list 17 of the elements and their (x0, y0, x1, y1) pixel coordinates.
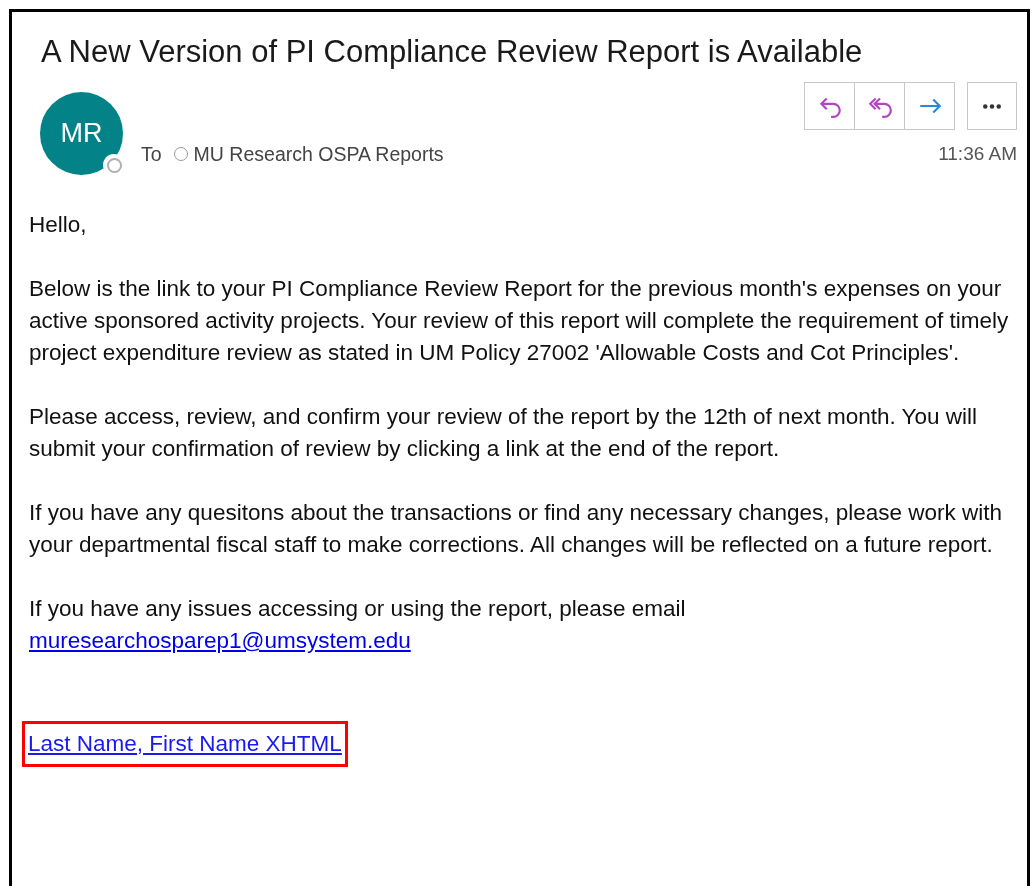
received-time: 11:36 AM (938, 142, 1017, 166)
email-link[interactable]: muresearchosparep1@umsystem.edu (29, 628, 411, 653)
more-button[interactable] (967, 82, 1017, 130)
avatar: MR (40, 92, 123, 175)
paragraph: If you have any quesitons about the transactions or find any necessary changes, please work with your departmental fiscal staff to make corrections. All changes will be reflected on a future report. (29, 499, 1004, 559)
paragraph: Below is the link to your PI Compliance Review Report for the previous month's expenses on your active sponsored activity projects. Your review of this report will complete the requirement of timely project expenditure review as stated in UM Policy 27002 'Allowable Costs and Cot Principles'. (29, 275, 1010, 367)
report-link[interactable]: Last Name, First Name XHTML (28, 728, 342, 760)
more-icon (983, 103, 1001, 109)
forward-button[interactable] (904, 82, 955, 130)
paragraph: If you have any issues accessing or using the report, please email (29, 595, 687, 623)
reply-button[interactable] (804, 82, 855, 130)
greeting: Hello, (29, 211, 88, 239)
recipient-name[interactable]: MU Research OSPA Reports (193, 139, 444, 169)
to-label: To (141, 141, 162, 167)
paragraph: Please access, review, and confirm your review of the report by the 12th of next month. You will submit your confirmation of review by clicking a link at the end of the report. (29, 403, 978, 463)
email-subject: A New Version of PI Compliance Review Report is Available (41, 34, 863, 70)
reply-all-button[interactable] (854, 82, 905, 130)
